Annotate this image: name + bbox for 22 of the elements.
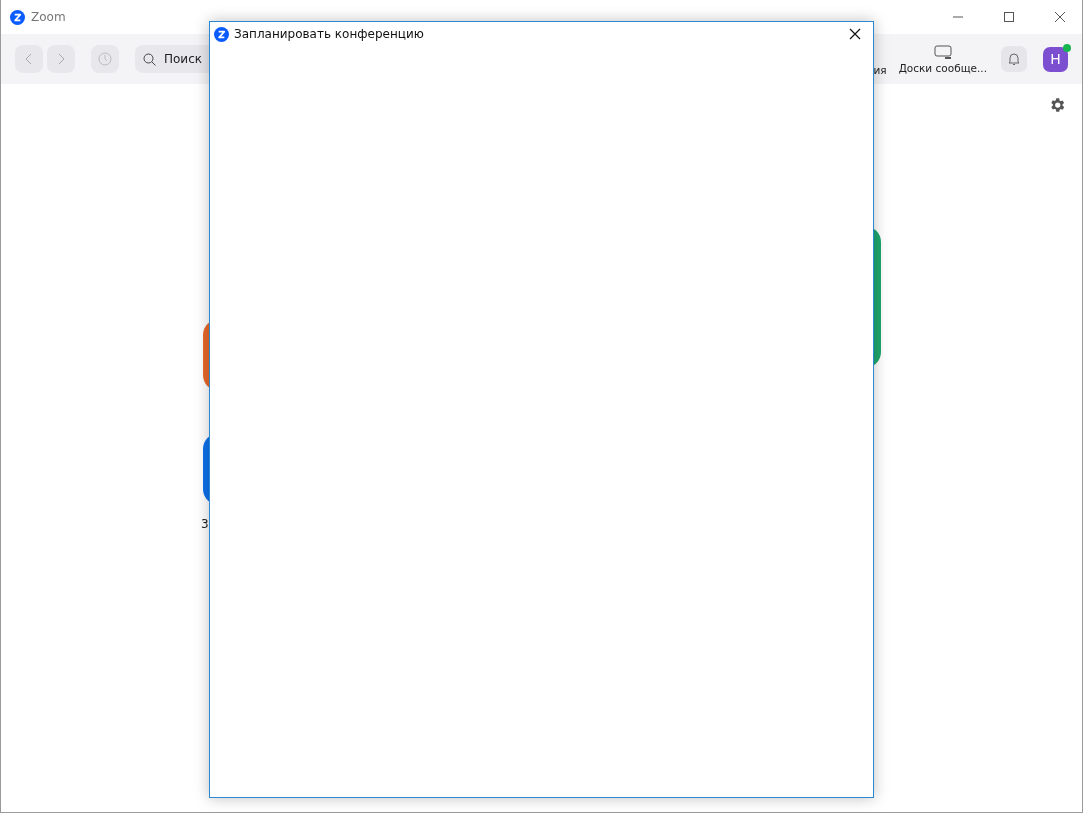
zoom-logo-icon (10, 9, 25, 25)
zoom-logo-icon (214, 26, 229, 42)
tile-label: 3 (201, 517, 210, 531)
window-title: Zoom (31, 10, 67, 24)
avatar[interactable]: H (1043, 46, 1068, 72)
chevron-left-icon (25, 53, 33, 65)
notifications-button[interactable] (1001, 46, 1027, 72)
close-icon (1053, 11, 1066, 23)
clock-icon (97, 51, 113, 67)
nav-tab[interactable]: Доски сообще... (890, 44, 987, 74)
nav-label: ия (873, 64, 887, 76)
search-icon (143, 52, 156, 66)
history-button[interactable] (91, 45, 119, 73)
forward-button[interactable] (47, 45, 75, 73)
close-icon (849, 28, 861, 40)
bell-icon (1007, 52, 1021, 66)
back-button[interactable] (15, 45, 43, 73)
search-input[interactable]: Поиск (162, 51, 366, 67)
maximize-icon (1002, 11, 1015, 23)
whiteboard-icon (933, 44, 952, 59)
dialog-title: Запланировать конференцию (234, 27, 425, 41)
chevron-right-icon (57, 53, 65, 65)
